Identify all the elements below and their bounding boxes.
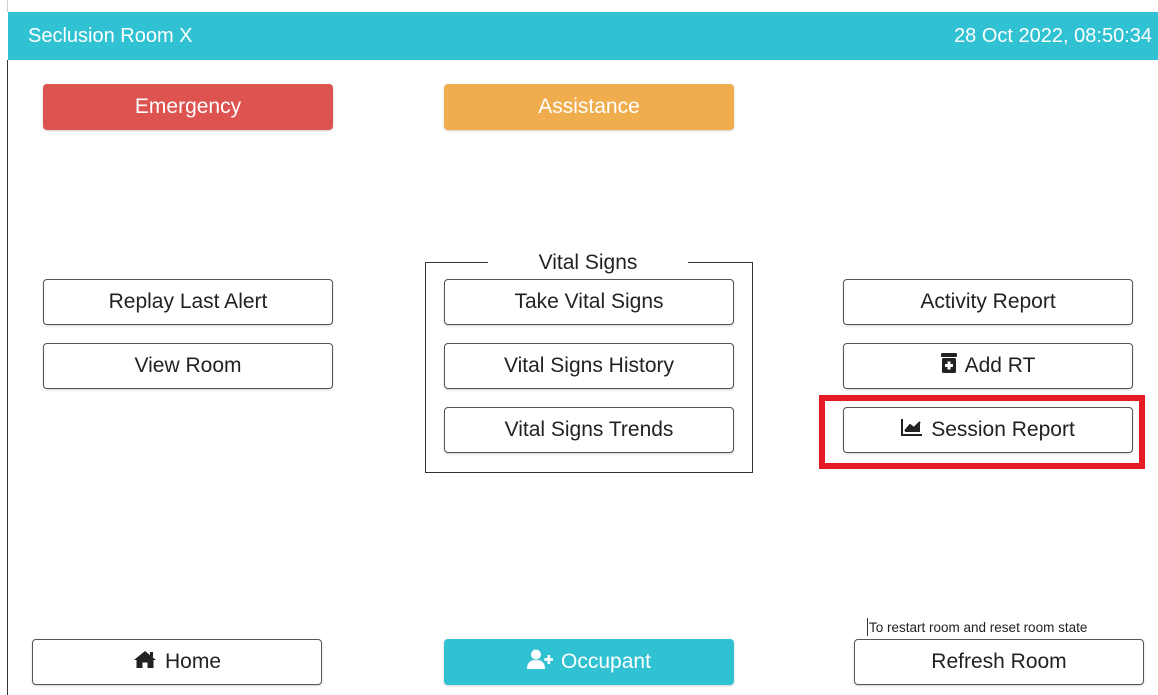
replay-last-alert-label: Replay Last Alert [108, 290, 268, 313]
refresh-room-hint: To restart room and reset room state [867, 618, 1088, 636]
header-datetime: 28 Oct 2022, 08:50:34 [954, 24, 1152, 47]
room-title: Seclusion Room X [28, 24, 193, 47]
take-vital-signs-button[interactable]: Take Vital Signs [444, 279, 734, 325]
emergency-label: Emergency [134, 95, 242, 118]
medicine-bottle-icon [940, 353, 957, 379]
activity-report-label: Activity Report [920, 290, 1056, 313]
take-vital-signs-label: Take Vital Signs [514, 290, 664, 313]
vital-signs-history-button[interactable]: Vital Signs History [444, 343, 734, 389]
emergency-button[interactable]: Emergency [43, 84, 333, 130]
activity-report-button[interactable]: Activity Report [843, 279, 1133, 325]
home-label: Home [164, 650, 222, 673]
home-icon [133, 650, 157, 675]
line-chart-icon [901, 418, 923, 442]
vital-signs-trends-button[interactable]: Vital Signs Trends [444, 407, 734, 453]
vital-signs-history-label: Vital Signs History [503, 354, 674, 377]
window-edge-top [7, 0, 8, 12]
occupant-button[interactable]: Occupant [444, 639, 734, 685]
vital-signs-trends-label: Vital Signs Trends [504, 418, 674, 441]
replay-last-alert-button[interactable]: Replay Last Alert [43, 279, 333, 325]
session-report-label: Session Report [931, 418, 1075, 441]
vital-signs-legend: Vital Signs [488, 249, 688, 277]
occupant-label: Occupant [561, 650, 651, 673]
view-room-label: View Room [134, 354, 242, 377]
view-room-button[interactable]: View Room [43, 343, 333, 389]
home-button[interactable]: Home [32, 639, 322, 685]
add-rt-button[interactable]: Add RT [843, 343, 1133, 389]
assistance-label: Assistance [538, 95, 640, 118]
assistance-button[interactable]: Assistance [444, 84, 734, 130]
refresh-room-label: Refresh Room [931, 650, 1067, 673]
session-report-button[interactable]: Session Report [843, 407, 1133, 453]
header-bar: Seclusion Room X 28 Oct 2022, 08:50:34 [8, 12, 1158, 60]
user-plus-icon [527, 649, 554, 675]
window-edge [7, 60, 8, 695]
add-rt-label: Add RT [964, 354, 1036, 377]
refresh-room-button[interactable]: Refresh Room [854, 639, 1144, 685]
